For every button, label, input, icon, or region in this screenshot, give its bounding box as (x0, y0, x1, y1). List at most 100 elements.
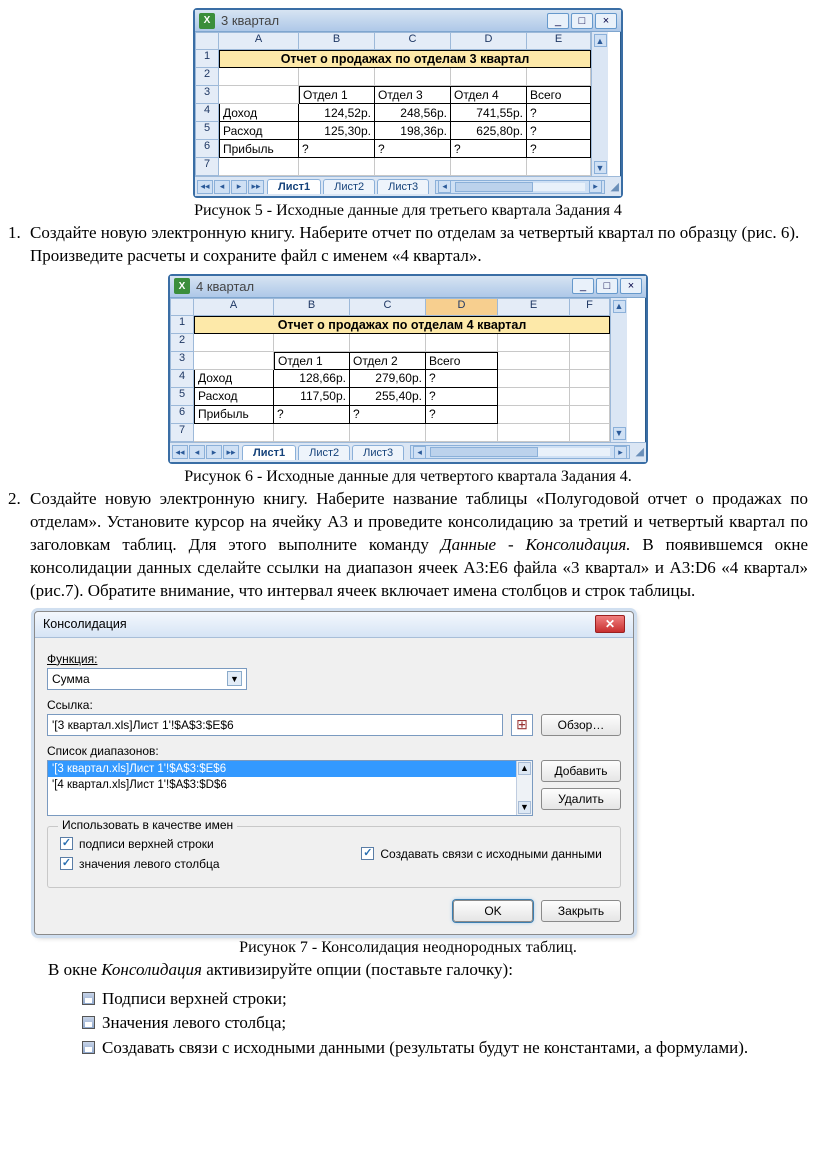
close-icon[interactable]: ✕ (595, 615, 625, 633)
cell[interactable] (498, 334, 570, 352)
cell[interactable]: Прибыль (219, 140, 299, 158)
minimize-icon[interactable]: _ (572, 278, 594, 294)
row-header[interactable]: 1 (170, 316, 194, 334)
list-item[interactable]: '[3 квартал.xls]Лист 1'!$A$3:$E$6 (48, 761, 532, 777)
col-header[interactable]: B (274, 298, 350, 316)
cell[interactable] (498, 352, 570, 370)
cell[interactable] (219, 68, 299, 86)
cell[interactable]: 128,66р. (274, 370, 350, 388)
cell[interactable] (350, 424, 426, 442)
row-header[interactable]: 2 (170, 334, 194, 352)
cell[interactable] (219, 158, 299, 176)
cell[interactable] (451, 68, 527, 86)
row-header[interactable]: 5 (195, 122, 219, 140)
cell[interactable]: Отдел 2 (350, 352, 426, 370)
tab-first-icon[interactable]: ◂◂ (172, 445, 188, 459)
row-header[interactable]: 4 (170, 370, 194, 388)
cell[interactable] (426, 424, 498, 442)
sheet-tab[interactable]: Лист3 (352, 445, 404, 460)
cell[interactable]: 248,56р. (375, 104, 451, 122)
cell[interactable] (194, 334, 274, 352)
remove-button[interactable]: Удалить (541, 788, 621, 810)
cell[interactable]: 255,40р. (350, 388, 426, 406)
vertical-scrollbar[interactable]: ▲▼ (610, 298, 627, 442)
row-header[interactable]: 7 (195, 158, 219, 176)
create-links-checkbox[interactable]: ✓Создавать связи с исходными данными (361, 847, 602, 861)
select-all-cell[interactable] (195, 32, 219, 50)
sheet-tab[interactable]: Лист3 (377, 179, 429, 194)
cell[interactable] (274, 424, 350, 442)
cell[interactable] (219, 86, 299, 104)
tab-last-icon[interactable]: ▸▸ (223, 445, 239, 459)
col-header[interactable]: E (527, 32, 591, 50)
col-header[interactable]: B (299, 32, 375, 50)
range-select-icon[interactable]: ⊞ (511, 714, 533, 736)
cell[interactable]: Всего (527, 86, 591, 104)
cell[interactable] (299, 68, 375, 86)
tab-first-icon[interactable]: ◂◂ (197, 180, 213, 194)
tab-last-icon[interactable]: ▸▸ (248, 180, 264, 194)
tab-prev-icon[interactable]: ◂ (189, 445, 205, 459)
window-titlebar[interactable]: X3 квартал_□× (195, 10, 621, 32)
cell[interactable]: 625,80р. (451, 122, 527, 140)
cell[interactable]: 741,55р. (451, 104, 527, 122)
cell[interactable]: Доход (194, 370, 274, 388)
cell[interactable]: Расход (219, 122, 299, 140)
cell[interactable]: Отдел 1 (299, 86, 375, 104)
sheet-tab[interactable]: Лист1 (267, 179, 321, 194)
tab-prev-icon[interactable]: ◂ (214, 180, 230, 194)
cell[interactable] (570, 370, 610, 388)
col-header[interactable]: D (451, 32, 527, 50)
row-header[interactable]: 1 (195, 50, 219, 68)
cell[interactable]: ? (451, 140, 527, 158)
resize-grip-icon[interactable]: ◢ (630, 444, 646, 460)
cell[interactable]: Доход (219, 104, 299, 122)
tab-next-icon[interactable]: ▸ (231, 180, 247, 194)
resize-grip-icon[interactable]: ◢ (605, 179, 621, 195)
close-icon[interactable]: × (595, 13, 617, 29)
row-header[interactable]: 5 (170, 388, 194, 406)
row-header[interactable]: 3 (195, 86, 219, 104)
col-header[interactable]: C (350, 298, 426, 316)
col-header[interactable]: D (426, 298, 498, 316)
cell[interactable] (274, 334, 350, 352)
cell[interactable] (451, 158, 527, 176)
function-select[interactable]: Сумма ▼ (47, 668, 247, 690)
cell[interactable]: Отдел 1 (274, 352, 350, 370)
col-header[interactable]: A (194, 298, 274, 316)
tab-next-icon[interactable]: ▸ (206, 445, 222, 459)
row-header[interactable]: 6 (170, 406, 194, 424)
left-col-checkbox[interactable]: ✓значения левого столбца (60, 857, 361, 871)
top-row-checkbox[interactable]: ✓подписи верхней строки (60, 837, 361, 851)
col-header[interactable]: C (375, 32, 451, 50)
cell[interactable] (570, 352, 610, 370)
cell[interactable] (570, 388, 610, 406)
dialog-titlebar[interactable]: Консолидация ✕ (35, 612, 633, 638)
row-header[interactable]: 6 (195, 140, 219, 158)
cell[interactable] (498, 388, 570, 406)
ok-button[interactable]: OK (453, 900, 533, 922)
cell[interactable]: ? (426, 406, 498, 424)
cell[interactable] (299, 158, 375, 176)
cell[interactable]: Отдел 3 (375, 86, 451, 104)
reference-input[interactable]: '[3 квартал.xls]Лист 1'!$A$3:$E$6 (47, 714, 503, 736)
col-header[interactable]: F (570, 298, 610, 316)
cell[interactable] (498, 370, 570, 388)
cell[interactable]: Прибыль (194, 406, 274, 424)
add-button[interactable]: Добавить (541, 760, 621, 782)
scrollbar[interactable]: ▲▼ (516, 761, 532, 815)
cell[interactable] (570, 424, 610, 442)
range-list[interactable]: '[3 квартал.xls]Лист 1'!$A$3:$E$6 '[4 кв… (47, 760, 533, 816)
select-all-cell[interactable] (170, 298, 194, 316)
cell[interactable] (350, 334, 426, 352)
cell[interactable]: ? (527, 122, 591, 140)
maximize-icon[interactable]: □ (596, 278, 618, 294)
cell[interactable]: ? (350, 406, 426, 424)
sheet-tab[interactable]: Лист2 (298, 445, 350, 460)
table-title-cell[interactable]: Отчет о продажах по отделам 4 квартал (194, 316, 610, 334)
cell[interactable] (527, 158, 591, 176)
cell[interactable] (498, 406, 570, 424)
vertical-scrollbar[interactable]: ▲▼ (591, 32, 608, 176)
cell[interactable]: 117,50р. (274, 388, 350, 406)
cell[interactable]: Расход (194, 388, 274, 406)
